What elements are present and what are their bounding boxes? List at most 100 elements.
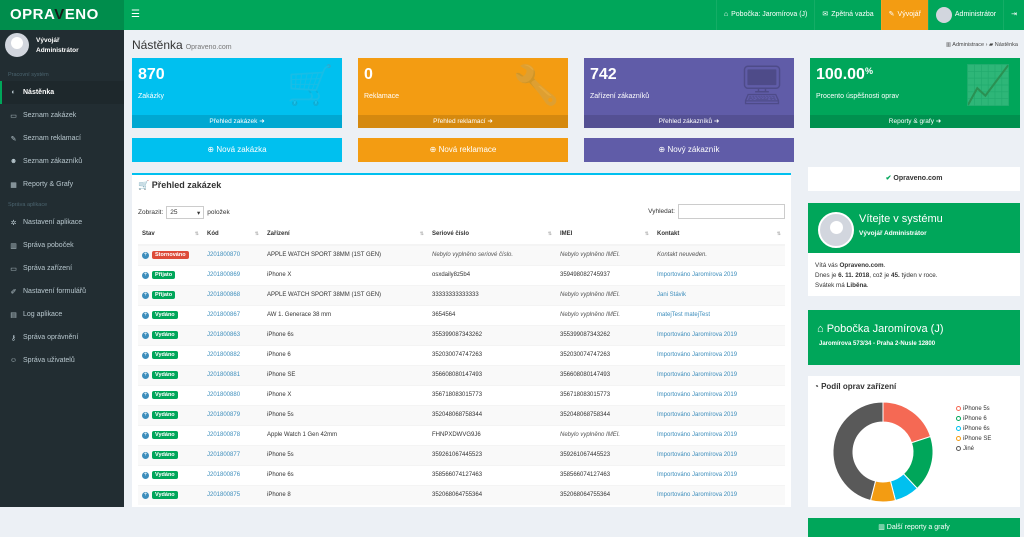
table-row[interactable]: + Vydáno J201800881 iPhone SE 35660808014749… [138,364,785,385]
order-code-link[interactable]: J201800870 [207,252,240,258]
contact-link[interactable]: Importováno Jaromírova 2019 [657,272,737,278]
sidebar-item-seznam-zak-zek[interactable]: ▭ Seznam zakázek [0,104,124,127]
expand-row-icon[interactable]: + [142,471,149,479]
sidebar-item-seznam-reklamac-[interactable]: ✎ Seznam reklamací [0,127,124,150]
order-code-link[interactable]: J201800877 [207,452,240,458]
stat-footer-link[interactable]: Reporty & grafy ➜ [810,115,1020,128]
stat-footer-link[interactable]: Přehled zákazníků ➜ [584,115,794,128]
sidebar-item-label: Správa oprávnění [23,334,79,341]
order-code-link[interactable]: J201800876 [207,472,240,478]
table-row[interactable]: + Vydáno J201800882 iPhone 6 352030074747263… [138,344,785,365]
table-row[interactable]: + Vydáno J201800867 AW 1. Generace 38 mm 365… [138,304,785,325]
table-row[interactable]: + Stornováno J201800870 APPLE WATCH SPORT 3… [138,244,785,265]
table-row[interactable]: + Vydáno J201800875 iPhone 8 352068064755364… [138,484,785,505]
column-header[interactable]: Kontakt ⇅ [653,224,785,246]
order-code-link[interactable]: J201800880 [207,392,240,398]
column-header[interactable]: Seriové číslo ⇅ [428,224,556,246]
search-input[interactable] [678,204,785,219]
action-button-2[interactable]: ⊕ Nový zákazník [584,138,794,162]
logo[interactable]: OPRAVENO [0,0,124,30]
device-cell: AW 1. Generace 38 mm [263,304,428,325]
sidebar-item-nastaven-formul-[interactable]: ✐ Nastavení formulářů [0,280,124,303]
sidebar-section-header: Pracovní systém [8,72,49,78]
expand-row-icon[interactable]: + [142,351,149,359]
table-row[interactable]: + Přijato J201800869 iPhone Xosxdaily8z5b4 3… [138,264,785,285]
order-code-link[interactable]: J201800875 [207,492,240,498]
order-code-link[interactable]: J201800867 [207,312,240,318]
top-nav-menu: ⌂ Pobočka: Jaromírova (J) ✉ Zpětná vazba ✎… [715,0,1024,30]
user-menu[interactable]: Administrátor [927,0,1003,30]
stat-footer-link[interactable]: Přehled reklamací ➜ [358,115,568,128]
sidebar-item-n-st-nka[interactable]: ◐ Nástěnka [0,81,124,104]
order-code-link[interactable]: J201800879 [207,412,240,418]
column-header[interactable]: Zařízení ⇅ [263,224,428,246]
table-row[interactable]: + Vydáno J201800878 Apple Watch 1 Gen 42mm F… [138,424,785,445]
column-header[interactable]: Kód ⇅ [203,224,263,246]
order-code-link[interactable]: J201800878 [207,432,240,438]
expand-row-icon[interactable]: + [142,291,149,299]
contact-link[interactable]: Importováno Jaromírova 2019 [657,352,737,358]
expand-row-icon[interactable]: + [142,451,149,459]
sidebar-item-spr-va-za-zen-[interactable]: ▭ Správa zařízení [0,257,124,280]
contact-link[interactable]: Jani Stávik [657,292,686,298]
expand-row-icon[interactable]: + [142,391,149,399]
contact-link[interactable]: Importováno Jaromírova 2019 [657,432,737,438]
expand-row-icon[interactable]: + [142,331,149,339]
more-reports-button[interactable]: ▥ Další reporty a grafy [808,518,1020,537]
pie-slice-iphone-5s[interactable] [882,401,932,444]
chart-legend: iPhone 5s iPhone 6 iPhone 6s iPhone SE Jiné [956,404,991,454]
contact-link[interactable]: Importováno Jaromírova 2019 [657,332,737,338]
table-row[interactable]: + Vydáno J201800863 iPhone 6s 35539908734326… [138,324,785,345]
action-button-0[interactable]: ⊕ Nová zakázka [132,138,342,162]
order-code-link[interactable]: J201800868 [207,292,240,298]
serial-cell: Nebylo vyplněno seriové číslo. [428,244,556,265]
contact-link[interactable]: Importováno Jaromírova 2019 [657,412,737,418]
contact-link[interactable]: Importováno Jaromírova 2019 [657,452,737,458]
sidebar-item-nastaven-aplikace[interactable]: ✲ Nastavení aplikace [0,211,124,234]
expand-row-icon[interactable]: + [142,371,149,379]
sidebar-item-spr-va-u-ivatel-[interactable]: ☺ Správa uživatelů [0,349,124,372]
order-code-link[interactable]: J201800869 [207,272,240,278]
breadcrumb-admin[interactable]: Administrace [952,42,984,48]
logout-button[interactable]: ⇥ [1003,0,1024,30]
stat-footer-link[interactable]: Přehled zakázek ➜ [132,115,342,128]
column-header[interactable]: Stav ⇅ [138,224,203,246]
sidebar-item-log-aplikace[interactable]: ▤ Log aplikace [0,303,124,326]
contact-link[interactable]: Importováno Jaromírova 2019 [657,492,737,498]
contact-link[interactable]: matejTest matejTest [657,312,710,318]
expand-row-icon[interactable]: + [142,431,149,439]
table-row[interactable]: + Vydáno J201800876 iPhone 6s 35856607412746… [138,464,785,485]
order-code-link[interactable]: J201800881 [207,372,240,378]
table-row[interactable]: + Vydáno J201800879 iPhone 5s 35204806875834… [138,404,785,425]
page-length-select[interactable]: 25 ▾ [166,206,205,219]
developer-button[interactable]: ✎ Vývojář [880,0,928,30]
expand-row-icon[interactable]: + [142,491,149,499]
expand-row-icon[interactable]: + [142,311,149,319]
sidebar-item-reporty-grafy[interactable]: ▦ Reporty & Grafy [0,173,124,196]
contact-link[interactable]: Importováno Jaromírova 2019 [657,472,737,478]
contact-link[interactable]: Importováno Jaromírova 2019 [657,392,737,398]
expand-row-icon[interactable]: + [142,411,149,419]
order-code-link[interactable]: J201800882 [207,352,240,358]
sponsor-banner[interactable]: ✔ Opraveno.com [808,167,1020,191]
home-icon: ⌂ [817,323,824,335]
sidebar-item-label: Seznam zakázek [23,112,77,119]
menu-toggle-icon[interactable]: ☰ [131,0,140,30]
sidebar-item-seznam-z-kazn-k-[interactable]: ☻ Seznam zákazníků [0,150,124,173]
serial-cell: osxdaily8z5b4 [428,264,556,285]
table-row[interactable]: + Vydáno J201800877 iPhone 5s 35926106744552… [138,444,785,465]
table-row[interactable]: + Přijato J201800868 APPLE WATCH SPORT 38MM… [138,284,785,305]
sidebar-item-spr-va-pobo-ek[interactable]: ▥ Správa poboček [0,234,124,257]
action-button-1[interactable]: ⊕ Nová reklamace [358,138,568,162]
feedback-button[interactable]: ✉ Zpětná vazba [814,0,880,30]
order-code-link[interactable]: J201800863 [207,332,240,338]
branch-button[interactable]: ⌂ Pobočka: Jaromírova (J) [715,0,814,30]
expand-row-icon[interactable]: + [142,271,149,279]
column-header[interactable]: IMEI ⇅ [556,224,653,246]
table-row[interactable]: + Vydáno J201800880 iPhone X 356718083015773… [138,384,785,405]
expand-row-icon[interactable]: + [142,251,149,259]
sidebar-item-spr-va-opr-vn-n-[interactable]: ⚷ Správa oprávnění [0,326,124,349]
serial-cell: 358566074127463 [428,464,556,485]
contact-link[interactable]: Importováno Jaromírova 2019 [657,372,737,378]
status-badge: Přijato [152,271,176,279]
